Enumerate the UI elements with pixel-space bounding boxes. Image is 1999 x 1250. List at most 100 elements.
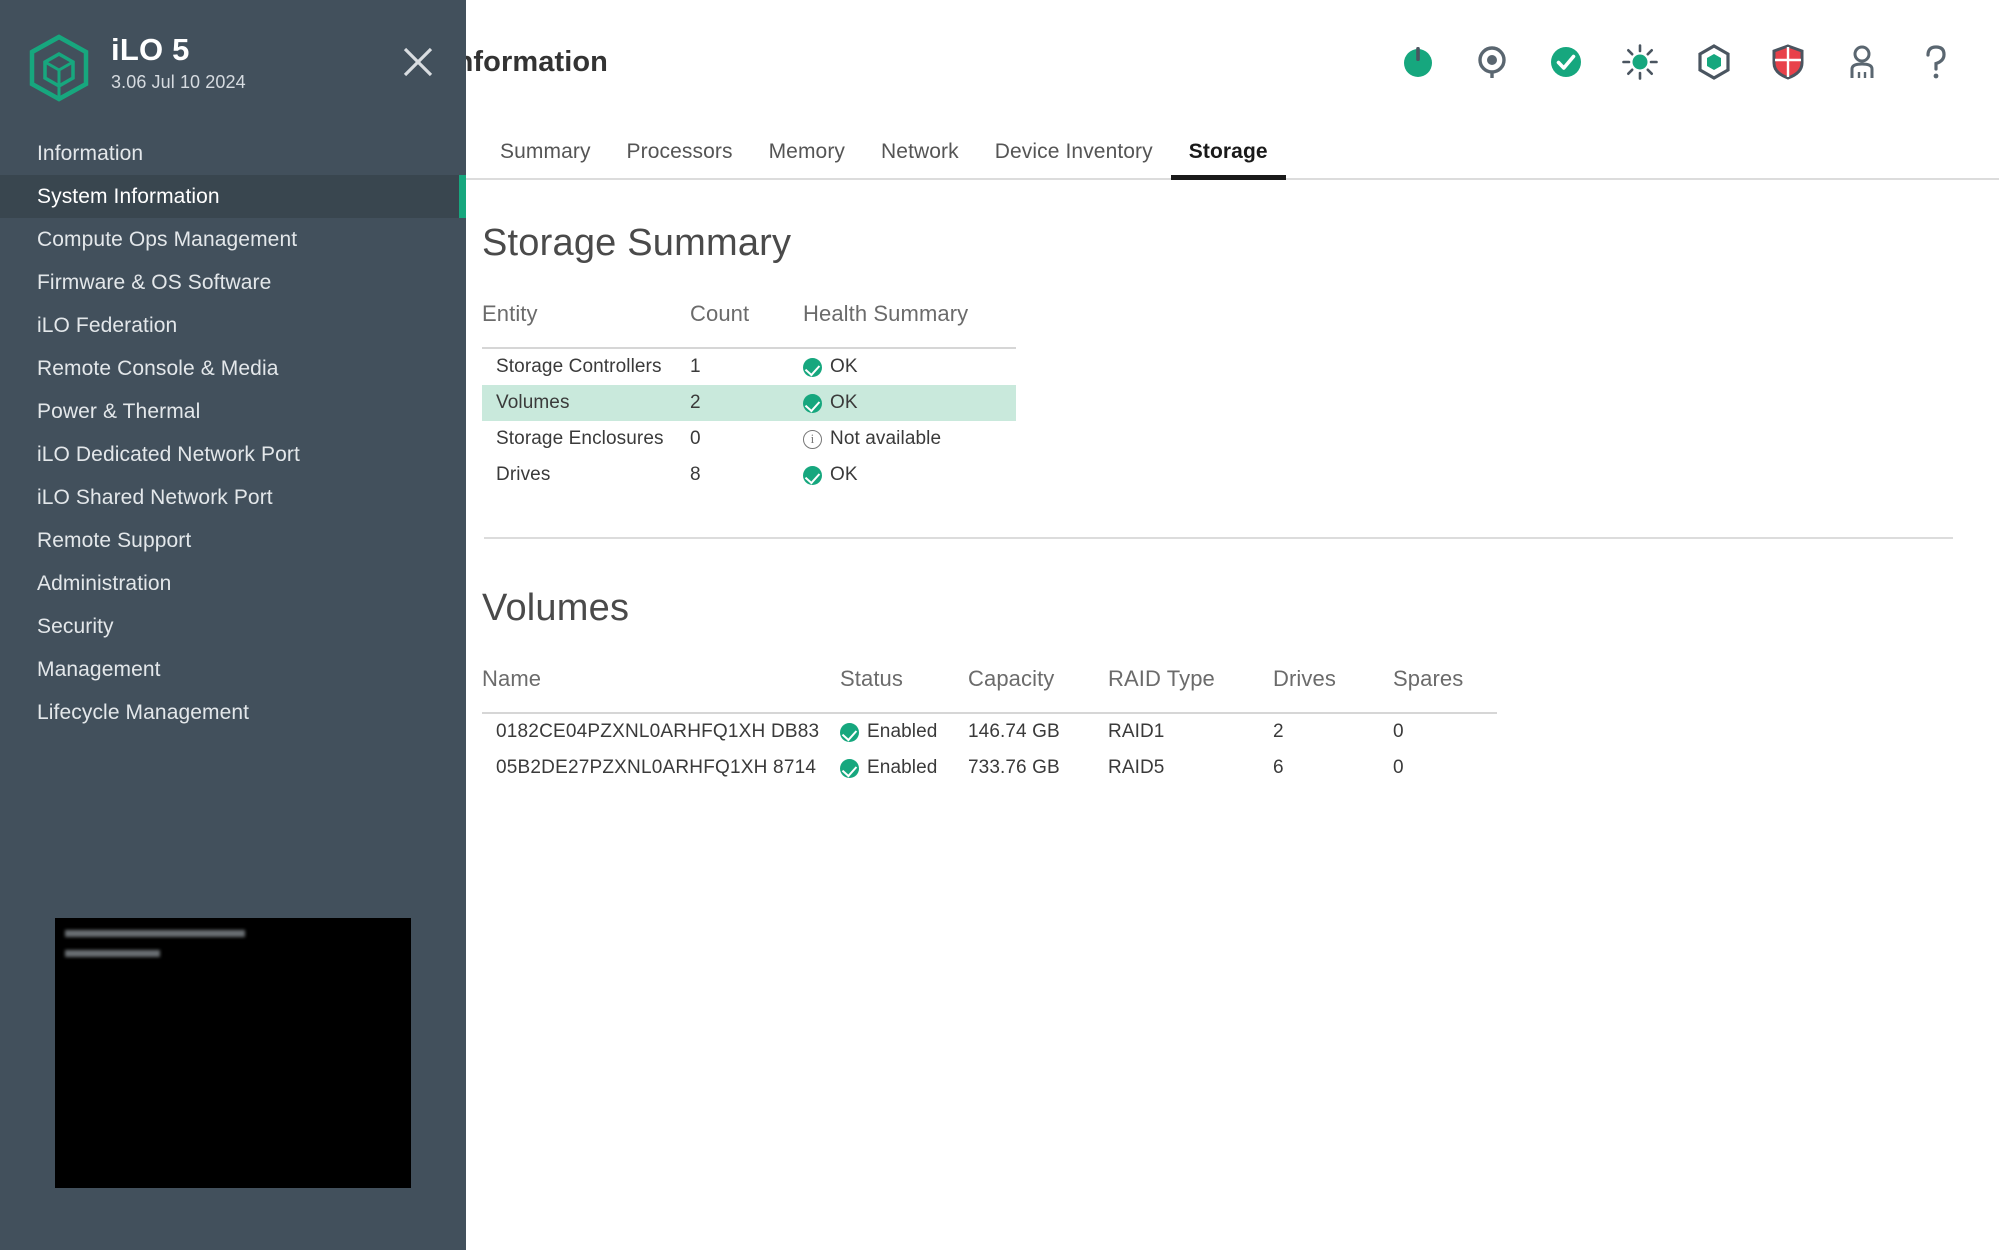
- tab-network[interactable]: Network: [863, 140, 977, 178]
- tab-label: Storage: [1188, 140, 1268, 163]
- storage-summary-table: Entity Count Health Summary Storage Cont…: [482, 301, 1016, 493]
- section-divider: [484, 537, 1953, 539]
- sidebar-item-ilo-shared-network-port[interactable]: iLO Shared Network Port: [0, 476, 466, 519]
- sidebar-item-remote-support[interactable]: Remote Support: [0, 519, 466, 562]
- sidebar-item-firmware-os-software[interactable]: Firmware & OS Software: [0, 261, 466, 304]
- ok-icon: [840, 722, 859, 742]
- cell-capacity: 146.74 GB: [968, 721, 1060, 742]
- status-label: Not available: [830, 428, 942, 449]
- sidebar-item-power-thermal[interactable]: Power & Thermal: [0, 390, 466, 433]
- cell-count: 2: [690, 392, 701, 413]
- sidebar-item-ilo-federation[interactable]: iLO Federation: [0, 304, 466, 347]
- cell-health: i Not available: [803, 421, 1016, 457]
- cell-spares: 0: [1393, 757, 1404, 778]
- cell-volume-name: 0182CE04PZXNL0ARHFQ1XH DB83: [496, 721, 820, 742]
- brand-version: 3.06 Jul 10 2024: [111, 71, 246, 92]
- status-label: OK: [830, 392, 858, 413]
- cell-volume-name: 05B2DE27PZXNL0ARHFQ1XH 8714: [496, 757, 817, 778]
- cell-health: OK: [803, 348, 1016, 385]
- sidebar-item-label: Firmware & OS Software: [37, 270, 272, 294]
- sidebar-item-label: Lifecycle Management: [37, 700, 250, 724]
- page-title-wrap: System Information - Storage Information: [32, 46, 608, 79]
- column-header-spares: Spares: [1393, 666, 1464, 691]
- hexagon-status-icon[interactable]: [1693, 41, 1735, 83]
- ok-icon: [840, 758, 859, 778]
- table-head: Name Status Capacity RAID Type Drives Sp…: [482, 666, 1497, 713]
- tab-label: Network: [881, 140, 959, 163]
- column-header-raid-type: RAID Type: [1108, 666, 1215, 691]
- status-badge: i Not available: [803, 421, 1016, 457]
- ok-icon: [803, 357, 822, 377]
- status-label: Enabled: [867, 721, 938, 742]
- column-header-status: Status: [840, 666, 903, 691]
- cell-count: 0: [690, 428, 701, 449]
- column-header-drives: Drives: [1273, 666, 1336, 691]
- sidebar-item-compute-ops-management[interactable]: Compute Ops Management: [0, 218, 466, 261]
- table-row[interactable]: Volumes 2 OK: [482, 385, 1016, 421]
- sidebar-item-label: iLO Dedicated Network Port: [37, 442, 300, 466]
- console-text-line: [65, 950, 160, 957]
- tab-storage[interactable]: Storage: [1170, 140, 1286, 180]
- sidebar-item-administration[interactable]: Administration: [0, 562, 466, 605]
- storage-summary-heading: Storage Summary: [482, 222, 792, 264]
- status-badge: OK: [803, 385, 1016, 421]
- tab-label: Memory: [768, 140, 846, 163]
- sidebar-item-remote-console-media[interactable]: Remote Console & Media: [0, 347, 466, 390]
- table-head: Entity Count Health Summary: [482, 301, 1016, 348]
- sidebar-item-label: Security: [37, 614, 114, 638]
- sidebar-item-security[interactable]: Security: [0, 605, 466, 648]
- tab-processors[interactable]: Processors: [609, 140, 751, 178]
- brand-title: iLO 5: [111, 32, 190, 67]
- cell-entity: Drives: [496, 464, 551, 485]
- tab-summary[interactable]: Summary: [482, 140, 609, 178]
- table-row[interactable]: Drives 8 OK: [482, 457, 1016, 493]
- table-body: 0182CE04PZXNL0ARHFQ1XH DB83 Enabled 146.…: [482, 713, 1497, 786]
- main-panel: System Information - Storage Information: [32, 0, 1999, 1250]
- status-label: OK: [830, 464, 858, 485]
- cell-entity: Storage Enclosures: [496, 428, 664, 449]
- security-shield-icon[interactable]: [1767, 41, 1809, 83]
- column-header-health-summary: Health Summary: [803, 301, 969, 326]
- cell-count: 8: [690, 464, 701, 485]
- sidebar-item-information[interactable]: Information: [0, 132, 466, 175]
- status-label: Enabled: [867, 757, 938, 778]
- table-row[interactable]: Storage Enclosures 0 i Not available: [482, 421, 1016, 457]
- tab-memory[interactable]: Memory: [751, 140, 863, 178]
- status-badge: Enabled: [840, 750, 968, 786]
- sidebar-item-label: Remote Support: [37, 528, 192, 552]
- tab-label: Summary: [500, 140, 591, 163]
- sidebar: iLO 5 3.06 Jul 10 2024 Information Syste…: [0, 0, 466, 1250]
- sidebar-item-label: Information: [37, 141, 144, 165]
- help-icon[interactable]: [1915, 41, 1957, 83]
- uid-indicator-icon[interactable]: [1471, 41, 1513, 83]
- volumes-table: Name Status Capacity RAID Type Drives Sp…: [482, 666, 1497, 786]
- cell-entity: Storage Controllers: [496, 356, 662, 377]
- sidebar-item-management[interactable]: Management: [0, 648, 466, 691]
- ok-icon: [803, 465, 822, 485]
- table-header-row: Entity Count Health Summary: [482, 301, 1016, 348]
- table-row[interactable]: 0182CE04PZXNL0ARHFQ1XH DB83 Enabled 146.…: [482, 713, 1497, 750]
- ilo-application: iLO 5 3.06 Jul 10 2024 Information Syste…: [0, 0, 1999, 1250]
- sidebar-item-system-information[interactable]: System Information: [0, 175, 466, 218]
- cell-spares: 0: [1393, 721, 1404, 742]
- user-account-icon[interactable]: [1841, 41, 1883, 83]
- table-row[interactable]: Storage Controllers 1 OK: [482, 348, 1016, 385]
- table-header-row: Name Status Capacity RAID Type Drives Sp…: [482, 666, 1497, 713]
- cell-count: 1: [690, 356, 701, 377]
- uid-light-icon[interactable]: [1619, 41, 1661, 83]
- cell-status: Enabled: [840, 750, 968, 786]
- sidebar-item-ilo-dedicated-network-port[interactable]: iLO Dedicated Network Port: [0, 433, 466, 476]
- remote-console-thumbnail[interactable]: [55, 918, 411, 1188]
- sidebar-item-lifecycle-management[interactable]: Lifecycle Management: [0, 691, 466, 734]
- table-row[interactable]: 05B2DE27PZXNL0ARHFQ1XH 8714 Enabled 733.…: [482, 750, 1497, 786]
- power-status-icon[interactable]: [1397, 41, 1439, 83]
- close-icon[interactable]: [398, 42, 438, 82]
- brand-text: iLO 5 3.06 Jul 10 2024: [111, 30, 246, 93]
- health-ok-icon[interactable]: [1545, 41, 1587, 83]
- tab-label: Device Inventory: [994, 140, 1153, 163]
- sidebar-item-label: Remote Console & Media: [37, 356, 279, 380]
- cell-health: OK: [803, 457, 1016, 493]
- tab-device-inventory[interactable]: Device Inventory: [977, 140, 1171, 178]
- column-header-entity: Entity: [482, 301, 538, 326]
- sidebar-item-label: Power & Thermal: [37, 399, 201, 423]
